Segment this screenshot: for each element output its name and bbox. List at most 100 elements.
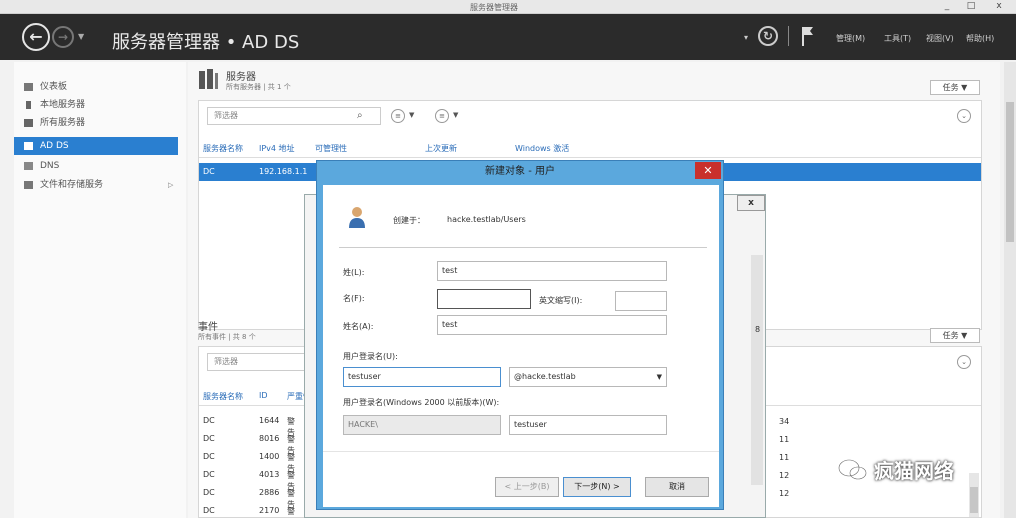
table-row[interactable]: DC 2170 警告 [199,503,299,517]
left-navigation: 仪表板 本地服务器 所有服务器 AD DS DNS 文件和存储服务 ▷ [14,62,186,518]
page-scrollbar[interactable] [1004,62,1016,518]
table-row[interactable]: DC 8016 警告 [199,431,299,455]
cancel-button[interactable]: 取消 [645,477,709,497]
cell-id: 1644 [259,416,280,425]
cell-server-name: DC [203,434,215,443]
menu-tools[interactable]: 工具(T) [884,33,911,44]
initials-label: 英文缩写(I): [539,296,583,305]
chevron-down-icon[interactable]: ▾ [744,33,748,42]
cell-server-name: DC [203,452,215,461]
cell-id: 1400 [259,452,280,461]
dialog-close-button[interactable]: ✕ [695,162,721,179]
events-tasks-button[interactable]: 任务 ▼ [930,328,980,343]
col-header-server-name[interactable]: 服务器名称 [203,391,243,402]
minimize-button[interactable]: _ [936,1,958,12]
cell-server-name: DC [203,470,215,479]
background-window-close-button[interactable]: x [737,195,765,211]
divider [788,26,789,46]
back-arrow-icon[interactable]: ← [22,23,50,51]
pre2000-domain-field: HACKE\ [343,415,501,435]
create-in-label: 创建于： [393,216,425,225]
servers-tasks-button[interactable]: 任务 ▼ [930,80,980,95]
background-window-scrollbar[interactable] [751,255,763,485]
last-name-label: 姓(L): [343,268,365,277]
table-row[interactable]: DC 1400 警告 [199,449,299,473]
storage-icon [24,181,33,189]
cell-server-name: DC [203,506,215,515]
expand-icon[interactable]: ▷ [168,176,173,194]
cell-value: 12 [779,471,790,480]
cell-value: 11 [779,453,790,462]
logon-name-field[interactable]: testuser [343,367,501,387]
back-button[interactable]: < 上一步(B) [495,477,559,497]
cell-id: 2886 [259,488,280,497]
watermark-text: 疯猫网络 [874,459,954,483]
cell-value: 11 [779,435,790,444]
collapse-icon[interactable]: ⌄ [957,109,971,123]
table-row[interactable]: DC 2886 警告 [199,485,299,509]
dialog-body: 创建于： hacke.testlab/Users 姓(L): test 名(F)… [323,185,719,507]
servers-subtitle: 所有服务器 | 共 1 个 [226,83,291,91]
nav-item-label: 本地服务器 [40,100,86,110]
divider [199,157,981,158]
cell-ipv4: 192.168.1.1 [259,167,308,176]
divider [323,451,719,452]
col-header-id[interactable]: ID [259,391,268,400]
initials-field[interactable] [615,291,667,311]
scrollbar-thumb[interactable] [1006,102,1014,242]
upn-suffix-select[interactable]: @hacke.testlab ▼ [509,367,667,387]
filter-options-icon[interactable]: ≡ [391,109,405,123]
cell-server-name: DC [203,416,215,425]
col-header-windows-activation[interactable]: Windows 激活 [515,143,569,154]
nav-item-all-servers[interactable]: 所有服务器 [14,114,178,132]
nav-item-label: 仪表板 [40,82,68,92]
next-button[interactable]: 下一步(N) > [563,477,631,497]
servers-filter-input[interactable]: 筛选器 [207,107,381,125]
window-close-button[interactable]: x [988,1,1010,12]
last-name-field[interactable]: test [437,261,667,281]
forward-arrow-icon[interactable]: → [52,26,74,48]
cell-value: 34 [779,417,790,426]
history-dropdown-icon[interactable]: ▼ [78,32,84,41]
servers-section-icon [199,69,218,89]
first-name-field[interactable] [437,289,531,309]
full-name-field[interactable]: test [437,315,667,335]
cell-id: 8016 [259,434,280,443]
notifications-flag-icon[interactable] [800,25,814,47]
window-titlebar: 服务器管理器 _ □ x [0,0,1016,14]
nav-item-storage[interactable]: 文件和存储服务 ▷ [14,176,178,194]
upn-suffix-value: @hacke.testlab [514,372,576,381]
events-scrollbar[interactable] [969,473,979,517]
nav-item-dashboard[interactable]: 仪表板 [14,78,178,96]
nav-item-label: 文件和存储服务 [40,180,104,190]
chevron-down-icon[interactable]: ▼ [409,111,414,119]
table-row[interactable]: DC 1644 警告 [199,413,299,437]
col-header-ipv4[interactable]: IPv4 地址 [259,143,295,154]
collapse-icon[interactable]: ⌄ [957,355,971,369]
pre2000-label: 用户登录名(Windows 2000 以前版本)(W): [343,398,500,407]
table-row[interactable]: DC 4013 警告 [199,467,299,491]
window-title: 服务器管理器 [470,3,518,12]
nav-item-dns[interactable]: DNS [14,157,178,175]
menu-manage[interactable]: 管理(M) [836,33,865,44]
menu-help[interactable]: 帮助(H) [966,33,994,44]
nav-item-adds[interactable]: AD DS [14,137,178,155]
menu-view[interactable]: 视图(V) [926,33,954,44]
scrollbar-thumb[interactable] [970,487,978,513]
nav-item-label: AD DS [40,141,69,151]
col-header-manageability[interactable]: 可管理性 [315,143,347,154]
cell-value: 12 [779,489,790,498]
refresh-icon[interactable]: ↻ [758,26,778,46]
col-header-server-name[interactable]: 服务器名称 [203,143,243,154]
divider [339,247,707,248]
first-name-label: 名(F): [343,294,365,303]
col-header-last-update[interactable]: 上次更新 [425,143,457,154]
servers-icon [24,119,33,127]
pre2000-name-field[interactable]: testuser [509,415,667,435]
search-icon[interactable]: ⌕ [357,110,363,121]
maximize-button[interactable]: □ [960,1,982,12]
events-subtitle: 所有事件 | 共 8 个 [198,333,256,341]
chevron-down-icon[interactable]: ▼ [453,111,458,119]
save-query-icon[interactable]: ≡ [435,109,449,123]
nav-item-local-server[interactable]: 本地服务器 [14,96,178,114]
